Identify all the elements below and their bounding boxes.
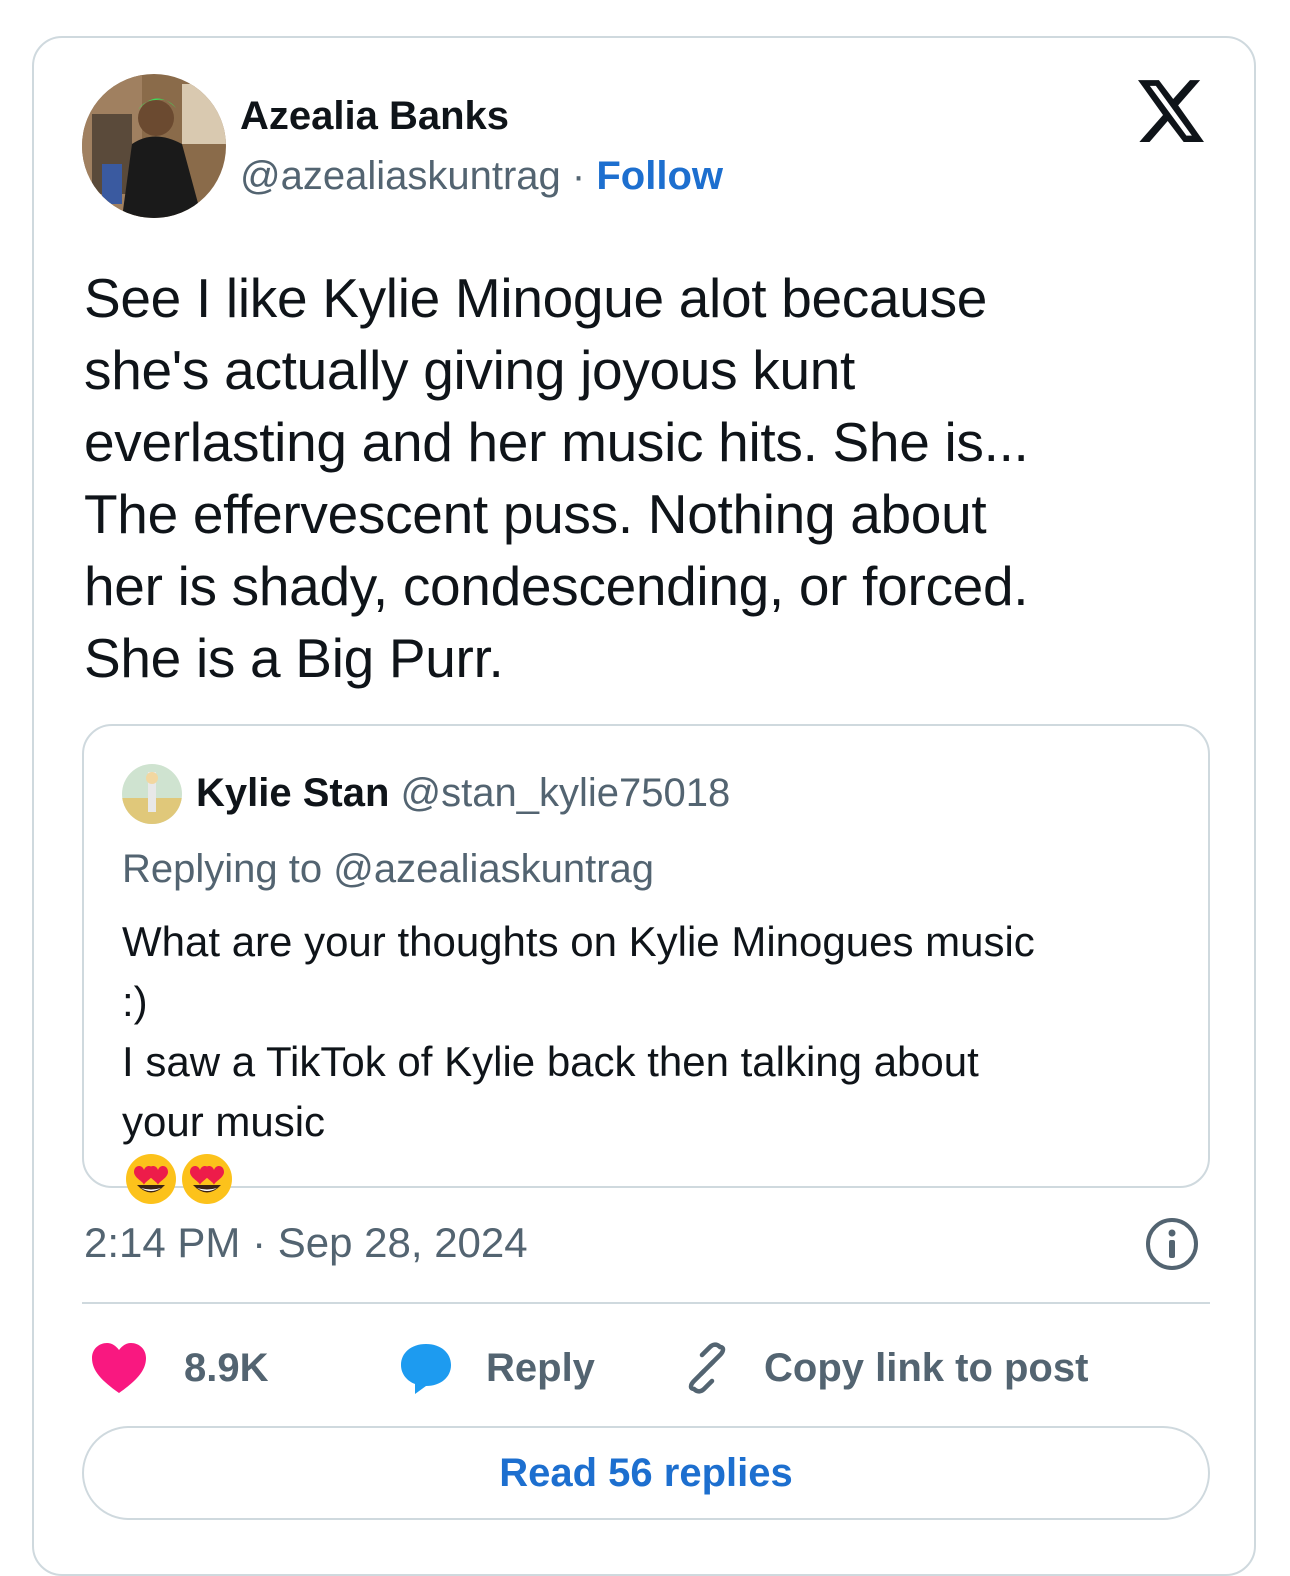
reply-button[interactable]: Reply	[398, 1338, 595, 1398]
quoted-text-line: What are your thoughts on Kylie Minogues…	[122, 918, 1035, 965]
action-bar: 8.9K Reply Copy link to post	[90, 1338, 1210, 1398]
emoji-group	[122, 1152, 1182, 1222]
quoted-author-name[interactable]: Kylie Stan	[196, 771, 389, 815]
link-icon	[688, 1342, 726, 1394]
heart-eyes-emoji-icon	[126, 1154, 176, 1204]
heart-icon	[92, 1343, 146, 1393]
author-name[interactable]: Azealia Banks	[240, 94, 509, 138]
author-handle-line: @azealiaskuntrag · Follow	[240, 154, 723, 198]
post-text: See I like Kylie Minogue alot because sh…	[84, 262, 1214, 694]
quoted-text-line: I saw a TikTok of Kylie back then talkin…	[122, 1038, 979, 1085]
separator-dot: ·	[571, 154, 586, 198]
heart-eyes-emoji-icon	[182, 1154, 232, 1204]
quoted-author-avatar[interactable]	[122, 764, 182, 824]
quoted-text: What are your thoughts on Kylie Minogues…	[122, 912, 1182, 1222]
embedded-post-card: Azealia Banks @azealiaskuntrag · Follow …	[32, 36, 1256, 1576]
reply-bubble-icon	[401, 1344, 451, 1394]
like-button[interactable]: 8.9K	[90, 1338, 269, 1398]
post-timestamp[interactable]: 2:14 PM · Sep 28, 2024	[84, 1218, 528, 1268]
post-text-line: her is shady, condescending, or forced.	[84, 555, 1029, 617]
read-replies-button[interactable]: Read 56 replies	[82, 1426, 1210, 1520]
quoted-text-fragment: your music	[122, 1098, 326, 1145]
post-text-line: she's actually giving joyous kunt	[84, 339, 856, 401]
author-avatar[interactable]	[82, 74, 226, 218]
quoted-text-line: :)	[122, 978, 148, 1025]
copy-link-label: Copy link to post	[764, 1345, 1089, 1390]
post-text-line: The effervescent puss. Nothing about	[84, 483, 987, 545]
x-logo-icon[interactable]	[1138, 80, 1204, 142]
info-icon[interactable]	[1144, 1216, 1200, 1272]
quoted-author-handle[interactable]: @stan_kylie75018	[401, 771, 731, 815]
read-replies-label: Read 56 replies	[499, 1450, 793, 1495]
post-text-line: See I like Kylie Minogue alot because	[84, 267, 988, 329]
post-text-line: She is a Big Purr.	[84, 627, 504, 689]
follow-button[interactable]: Follow	[596, 154, 723, 198]
quoted-text-line: your music	[122, 1092, 1182, 1222]
divider	[82, 1302, 1210, 1304]
copy-link-button[interactable]: Copy link to post	[680, 1338, 1088, 1398]
quoted-header: Kylie Stan @stan_kylie75018	[196, 768, 730, 818]
reply-label: Reply	[486, 1345, 595, 1390]
author-handle[interactable]: @azealiaskuntrag	[240, 154, 561, 198]
quoted-post[interactable]: Kylie Stan @stan_kylie75018 Replying to …	[82, 724, 1210, 1204]
post-text-line: everlasting and her music hits. She is..…	[84, 411, 1029, 473]
replying-to: Replying to @azealiaskuntrag	[122, 847, 655, 891]
like-count: 8.9K	[184, 1345, 269, 1390]
